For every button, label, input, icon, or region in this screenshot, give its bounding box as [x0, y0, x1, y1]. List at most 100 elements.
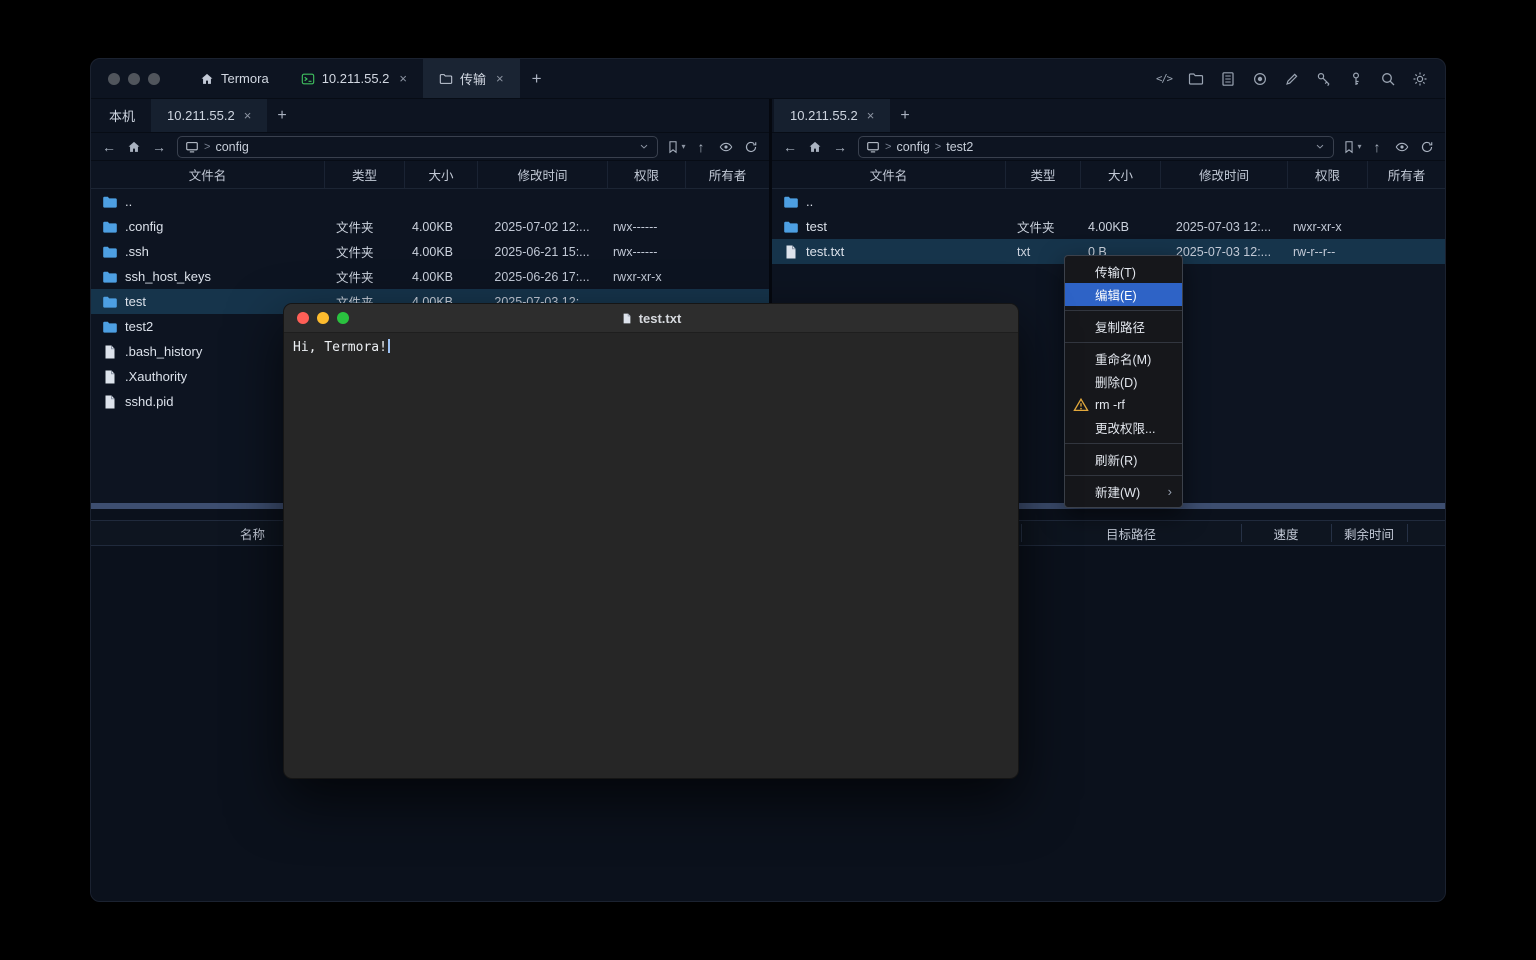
- close-icon[interactable]: ×: [867, 108, 875, 123]
- col-filename[interactable]: 文件名: [91, 161, 324, 188]
- menu-item-new[interactable]: 新建(W) ›: [1065, 480, 1182, 503]
- tab-local-machine[interactable]: 本机: [93, 99, 151, 132]
- key-manager-icon[interactable]: [1315, 70, 1333, 88]
- editor-content[interactable]: Hi, Termora!: [284, 333, 1018, 361]
- folder-icon: [783, 194, 799, 210]
- macro-record-icon[interactable]: [1251, 70, 1269, 88]
- col-modified[interactable]: 修改时间: [1160, 161, 1287, 188]
- crumb-separator: >: [885, 141, 891, 153]
- file-name-label: .bash_history: [125, 344, 202, 359]
- col-type[interactable]: 类型: [1005, 161, 1080, 188]
- close-icon[interactable]: ×: [399, 71, 407, 86]
- folder-icon: [102, 319, 118, 335]
- file-row[interactable]: .config 文件夹 4.00KB 2025-07-02 12:... rwx…: [91, 214, 769, 239]
- menu-item-edit[interactable]: 编辑(E): [1065, 283, 1182, 306]
- file-perms: rwx------: [607, 245, 685, 259]
- crumb-test2[interactable]: test2: [946, 140, 973, 154]
- file-name-label: .ssh: [125, 244, 149, 259]
- new-pane-tab-button[interactable]: +: [267, 107, 296, 125]
- menu-item-change-permissions[interactable]: 更改权限...: [1065, 416, 1182, 439]
- show-hidden-eye-icon[interactable]: [714, 136, 738, 158]
- edit-icon[interactable]: [1283, 70, 1301, 88]
- file-row[interactable]: ..: [91, 189, 769, 214]
- sftp-folder-icon[interactable]: [1187, 70, 1205, 88]
- menu-separator: [1065, 342, 1182, 343]
- path-breadcrumb[interactable]: > config > test2: [858, 136, 1334, 158]
- chevron-down-icon[interactable]: [638, 140, 650, 153]
- col-owner[interactable]: 所有者: [1367, 161, 1445, 188]
- col-type[interactable]: 类型: [324, 161, 404, 188]
- file-name-label: sshd.pid: [125, 394, 173, 409]
- code-snippets-icon[interactable]: </>: [1155, 70, 1173, 88]
- right-table-header: 文件名 类型 大小 修改时间 权限 所有者: [772, 161, 1445, 189]
- minimize-window-button[interactable]: [317, 312, 329, 324]
- search-icon[interactable]: [1379, 70, 1397, 88]
- tab-termora-home[interactable]: Termora: [184, 59, 285, 98]
- close-icon[interactable]: ×: [496, 71, 504, 86]
- file-name-label: .config: [125, 219, 163, 234]
- zoom-window-button[interactable]: [337, 312, 349, 324]
- new-tab-button[interactable]: +: [520, 69, 554, 89]
- file-row[interactable]: ..: [772, 189, 1445, 214]
- close-window-button[interactable]: [108, 73, 120, 85]
- bookmark-icon[interactable]: ▾: [1340, 136, 1364, 158]
- tab-remote-host[interactable]: 10.211.55.2 ×: [151, 99, 267, 132]
- upload-icon[interactable]: ↑: [1365, 136, 1389, 158]
- crumb-config[interactable]: config: [896, 140, 929, 154]
- left-pathbar: ← → > config ▾ ↑: [91, 133, 769, 161]
- home-icon: [200, 72, 214, 86]
- back-icon[interactable]: ←: [97, 136, 121, 158]
- show-hidden-eye-icon[interactable]: [1390, 136, 1414, 158]
- file-icon: [102, 369, 118, 385]
- zoom-window-button[interactable]: [148, 73, 160, 85]
- crumb-config[interactable]: config: [215, 140, 248, 154]
- col-size[interactable]: 大小: [404, 161, 477, 188]
- file-row[interactable]: ssh_host_keys 文件夹 4.00KB 2025-06-26 17:.…: [91, 264, 769, 289]
- settings-gear-icon[interactable]: [1411, 70, 1429, 88]
- back-icon[interactable]: ←: [778, 136, 802, 158]
- menu-item-rename[interactable]: 重命名(M): [1065, 347, 1182, 370]
- col-perms[interactable]: 权限: [1287, 161, 1367, 188]
- col-modified[interactable]: 修改时间: [477, 161, 607, 188]
- computer-icon: [185, 140, 199, 154]
- keychain-icon[interactable]: [1347, 70, 1365, 88]
- menu-item-transfer[interactable]: 传输(T): [1065, 260, 1182, 283]
- col-perms[interactable]: 权限: [607, 161, 685, 188]
- new-pane-tab-button[interactable]: +: [890, 107, 919, 125]
- tab-transfer[interactable]: 传输 ×: [423, 59, 520, 98]
- tab-remote-host[interactable]: 10.211.55.2 ×: [774, 99, 890, 132]
- file-type: 文件夹: [324, 267, 404, 286]
- menu-item-refresh[interactable]: 刷新(R): [1065, 448, 1182, 471]
- bookmark-icon[interactable]: ▾: [664, 136, 688, 158]
- col-size[interactable]: 大小: [1080, 161, 1160, 188]
- close-window-button[interactable]: [297, 312, 309, 324]
- tab-ssh-session[interactable]: 10.211.55.2 ×: [285, 59, 423, 98]
- context-menu: 传输(T) 编辑(E) 复制路径 重命名(M) 删除(D) rm -rf 更改权…: [1064, 255, 1183, 508]
- home-icon[interactable]: [122, 136, 146, 158]
- home-icon[interactable]: [803, 136, 827, 158]
- menu-item-copy-path[interactable]: 复制路径: [1065, 315, 1182, 338]
- col-owner[interactable]: 所有者: [685, 161, 769, 188]
- folder-icon: [102, 269, 118, 285]
- menu-item-rm-rf[interactable]: rm -rf: [1065, 393, 1182, 416]
- column-separator: [1407, 524, 1408, 542]
- minimize-window-button[interactable]: [128, 73, 140, 85]
- computer-icon: [866, 140, 880, 154]
- forward-icon[interactable]: →: [147, 136, 171, 158]
- path-breadcrumb[interactable]: > config: [177, 136, 658, 158]
- refresh-icon[interactable]: [1415, 136, 1439, 158]
- file-row[interactable]: .ssh 文件夹 4.00KB 2025-06-21 15:... rwx---…: [91, 239, 769, 264]
- forward-icon[interactable]: →: [828, 136, 852, 158]
- refresh-icon[interactable]: [739, 136, 763, 158]
- left-table-header: 文件名 类型 大小 修改时间 权限 所有者: [91, 161, 769, 189]
- col-filename[interactable]: 文件名: [772, 161, 1005, 188]
- upload-icon[interactable]: ↑: [689, 136, 713, 158]
- chevron-down-icon[interactable]: [1314, 140, 1326, 153]
- right-pane-tabs: 10.211.55.2 × +: [772, 99, 1445, 133]
- close-icon[interactable]: ×: [244, 108, 252, 123]
- file-size: 4.00KB: [404, 270, 477, 284]
- file-row[interactable]: test 文件夹 4.00KB 2025-07-03 12:... rwxr-x…: [772, 214, 1445, 239]
- file-name-label: ssh_host_keys: [125, 269, 211, 284]
- log-icon[interactable]: [1219, 70, 1237, 88]
- menu-item-delete[interactable]: 删除(D): [1065, 370, 1182, 393]
